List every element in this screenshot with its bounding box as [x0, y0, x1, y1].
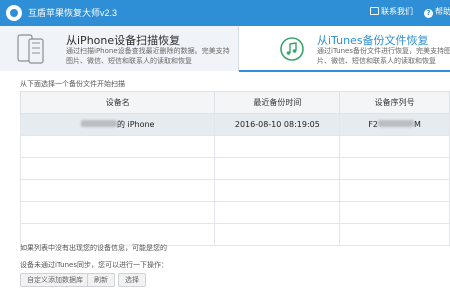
tab-itunes-backup-desc: 通过iTunes备份文件进行恢复，完美支持图片、微信、短信和联系人的读取和恢复 [317, 47, 450, 65]
redacted-text [80, 120, 117, 127]
select-backup-hint: 从下面选择一个备份文件开始扫描 [20, 80, 125, 88]
custom-add-database-button[interactable]: 自定义添加数据库 [20, 273, 90, 287]
table-row [19, 157, 450, 180]
column-backup-time: 最近备份时间 [214, 91, 341, 114]
tab-itunes-backup[interactable]: 从iTunes备份文件恢复 通过iTunes备份文件进行恢复，完美支持图片、微信… [238, 26, 450, 72]
mail-icon [370, 7, 379, 15]
backup-table: 设备名 最近备份时间 设备序列号 的 iPhone 2016-08-10 08:… [19, 91, 450, 246]
table-row [19, 179, 450, 202]
redacted-text [378, 120, 415, 127]
column-device-name: 设备名 [19, 91, 216, 114]
tab-scan-device[interactable]: 从iPhone设备扫描恢复 通过扫描iPhone设备查找最近删除的数据。完美支持… [0, 26, 238, 71]
device-name-cell: 的 iPhone [19, 113, 216, 136]
tab-scan-device-desc: 通过扫描iPhone设备查找最近删除的数据。完美支持图片、微信、短信和联系人的读… [66, 47, 230, 65]
table-row [19, 201, 450, 224]
serial-number-cell: F2 M [339, 113, 450, 136]
table-row[interactable]: 的 iPhone 2016-08-10 08:19:05 F2 M [19, 113, 450, 136]
refresh-button[interactable]: 刷新 [87, 273, 115, 287]
recovery-mode-tabs: 从iPhone设备扫描恢复 通过扫描iPhone设备查找最近删除的数据。完美支持… [0, 26, 450, 72]
help-link[interactable]: ? 帮助 [424, 6, 450, 18]
no-device-note-2: 设备未通过iTunes同步，您可以进行一下操作： [20, 261, 168, 269]
column-serial-number: 设备序列号 [339, 91, 450, 114]
title-bar: 互盾苹果恢复大师v2.3 联系我们 ? 帮助 [0, 0, 450, 26]
contact-us-link[interactable]: 联系我们 [370, 6, 413, 17]
help-icon: ? [424, 9, 433, 18]
serial-suffix: M [414, 120, 421, 129]
help-label: 帮助 [435, 7, 450, 16]
serial-prefix: F2 [368, 120, 379, 129]
backup-time-cell: 2016-08-10 08:19:05 [214, 113, 341, 136]
table-row [19, 135, 450, 158]
app-logo-icon [6, 5, 22, 21]
contact-us-label: 联系我们 [381, 7, 413, 16]
phone-icon [17, 34, 44, 64]
device-name: 的 iPhone [116, 120, 155, 129]
app-title: 互盾苹果恢复大师v2.3 [28, 8, 118, 18]
select-button[interactable]: 选择 [118, 273, 146, 287]
table-header-row: 设备名 最近备份时间 设备序列号 [19, 91, 450, 114]
no-device-note: 如果列表中没有出现您的设备信息，可能是您的 [20, 244, 167, 252]
music-note-icon [280, 37, 304, 61]
